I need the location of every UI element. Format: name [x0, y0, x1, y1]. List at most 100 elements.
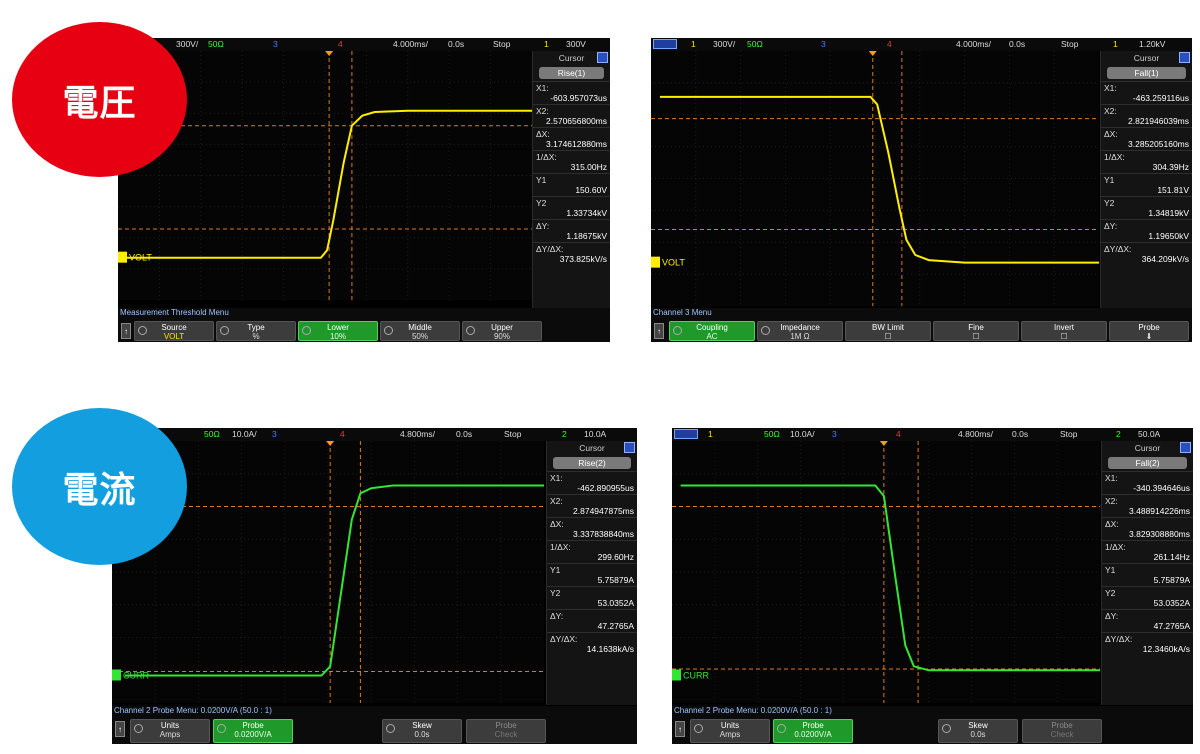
- readout-value: 2.821946039ms: [1128, 116, 1189, 126]
- measurement-select[interactable]: Rise(1): [539, 67, 604, 79]
- channel-3-indicator: 3: [832, 429, 837, 439]
- cursor-readout-row: Y2 1.34819kV: [1101, 196, 1192, 219]
- channel-scale: 10.0A/: [790, 429, 815, 439]
- softkey-lower[interactable]: Lower 10%: [298, 321, 378, 341]
- arrow-down-icon: ⬇: [1145, 332, 1153, 341]
- softkey-units[interactable]: Units Amps: [130, 719, 210, 743]
- softkey-menu: Channel 3 Menu ↑ Coupling AC Impedance 1M …: [651, 308, 1192, 342]
- softkey-invert[interactable]: Invert ☐: [1021, 321, 1107, 341]
- knob-icon: [134, 724, 143, 733]
- trigger-channel: 1: [1113, 39, 1118, 49]
- readout-label: Y1: [536, 175, 547, 185]
- back-button[interactable]: ↑: [121, 323, 131, 339]
- run-mode: Stop: [1061, 39, 1079, 49]
- softkey-probe-check[interactable]: Probe Check: [1022, 719, 1102, 743]
- readout-value: 364.209kV/s: [1141, 254, 1189, 264]
- menu-icon[interactable]: [1180, 442, 1191, 453]
- menu-title: Measurement Threshold Menu: [120, 308, 229, 317]
- softkey-middle[interactable]: Middle 50%: [380, 321, 460, 341]
- knob-icon: [694, 724, 703, 733]
- menu-title: Channel 2 Probe Menu: 0.0200V/A (50.0 : …: [674, 706, 832, 715]
- app-menu-icon[interactable]: [674, 429, 698, 439]
- softkey-units[interactable]: Units Amps: [690, 719, 770, 743]
- status-bar: 1 50Ω 10.0A/ 3 4 4.800ms/ 0.0s Stop 2 50…: [672, 428, 1193, 441]
- cursor-readout-row: Y1 5.75879A: [547, 563, 637, 586]
- softkey-probe[interactable]: Probe 0.0200V/A: [213, 719, 293, 743]
- trigger-channel: 1: [544, 39, 549, 49]
- softkey-probe-check[interactable]: Probe Check: [466, 719, 546, 743]
- readout-value: 47.2765A: [1153, 621, 1190, 631]
- knob-icon: [673, 326, 682, 335]
- waveform-trace: [660, 95, 1099, 264]
- cursor-readout-row: Y1 151.81V: [1101, 173, 1192, 196]
- back-button[interactable]: ↑: [654, 323, 664, 339]
- readout-value: 151.81V: [1157, 185, 1189, 195]
- cursor-readout-row: X1: -463.259116us: [1101, 81, 1192, 104]
- softkey-fine[interactable]: Fine ☐: [933, 321, 1019, 341]
- menu-icon[interactable]: [1179, 52, 1190, 63]
- cursor-readout-row: ΔX: 3.174612880ms: [533, 127, 610, 150]
- menu-icon[interactable]: [624, 442, 635, 453]
- run-mode: Stop: [1060, 429, 1078, 439]
- channel-scale: 300V/: [176, 39, 199, 49]
- scope-voltage-fall: 1 300V/ 50Ω 3 4 4.000ms/ 0.0s Stop 1 1.2…: [651, 38, 1192, 342]
- waveform-svg: VOLT: [651, 51, 1099, 306]
- cursor-readout-row: Y2 1.33734kV: [533, 196, 610, 219]
- readout-label: X1:: [1104, 83, 1117, 93]
- cursor-readout-row: X2: 3.488914226ms: [1102, 494, 1193, 517]
- knob-icon: [466, 326, 475, 335]
- cursor-readout-row: X1: -340.394646us: [1102, 471, 1193, 494]
- trigger-marker-icon: [879, 441, 888, 446]
- readout-value: 3.488914226ms: [1129, 506, 1190, 516]
- readout-label: ΔY/ΔX:: [536, 244, 564, 254]
- back-button[interactable]: ↑: [115, 721, 125, 737]
- softkey-probe[interactable]: Probe ⬇: [1109, 321, 1189, 341]
- readout-label: ΔY:: [1104, 221, 1118, 231]
- softkey-skew[interactable]: Skew 0.0s: [382, 719, 462, 743]
- readout-label: ΔY/ΔX:: [1104, 244, 1132, 254]
- readout-label: 1/ΔX:: [536, 152, 557, 162]
- cursor-readout-row: ΔY/ΔX: 364.209kV/s: [1101, 242, 1192, 265]
- readout-label: X1:: [550, 473, 563, 483]
- readout-value: 1.18675kV: [566, 231, 607, 241]
- back-button[interactable]: ↑: [675, 721, 685, 737]
- measurement-select[interactable]: Fall(2): [1108, 457, 1187, 469]
- softkey-menu: Channel 2 Probe Menu: 0.0200V/A (50.0 : …: [112, 706, 637, 744]
- softkey-impedance[interactable]: Impedance 1M Ω: [757, 321, 843, 341]
- softkey-type[interactable]: Type%: [216, 321, 296, 341]
- cursor-readout-row: Y2 53.0352A: [547, 586, 637, 609]
- knob-icon: [138, 326, 147, 335]
- readout-value: 1.19650kV: [1148, 231, 1189, 241]
- softkey-source[interactable]: Source VOLT: [134, 321, 214, 341]
- softkey-probe[interactable]: Probe 0.0200V/A: [773, 719, 853, 743]
- readout-value: 2.570656800ms: [546, 116, 607, 126]
- waveform-trace: [125, 484, 544, 677]
- measurement-select[interactable]: Fall(1): [1107, 67, 1186, 79]
- delay: 0.0s: [456, 429, 473, 439]
- measurement-select[interactable]: Rise(2): [553, 457, 631, 469]
- readout-value: 304.39Hz: [1152, 162, 1189, 172]
- menu-icon[interactable]: [597, 52, 608, 63]
- softkey-upper[interactable]: Upper 90%: [462, 321, 542, 341]
- run-mode: Stop: [493, 39, 511, 49]
- cursor-panel: Cursor Rise(1) X1: -603.957073us X2: 2.5706…: [532, 51, 610, 313]
- softkey-bw-limit[interactable]: BW Limit ☐: [845, 321, 931, 341]
- readout-value: 47.2765A: [597, 621, 634, 631]
- readout-label: X2:: [536, 106, 549, 116]
- knob-icon: [302, 326, 311, 335]
- knob-icon: [942, 724, 951, 733]
- readout-value: 5.75879A: [597, 575, 634, 585]
- app-menu-icon[interactable]: [653, 39, 677, 49]
- knob-icon: [220, 326, 229, 335]
- channel-1-indicator: 1: [708, 429, 713, 439]
- cursor-readout-row: X1: -462.890955us: [547, 471, 637, 494]
- cursor-readout-row: 1/ΔX: 299.60Hz: [547, 540, 637, 563]
- readout-label: X2:: [1105, 496, 1118, 506]
- waveform-svg: CURR: [672, 441, 1100, 703]
- cursor-readout-row: ΔY: 1.18675kV: [533, 219, 610, 242]
- softkey-skew[interactable]: Skew 0.0s: [938, 719, 1018, 743]
- softkey-coupling[interactable]: Coupling AC: [669, 321, 755, 341]
- impedance: 50Ω: [208, 39, 224, 49]
- channel-3-indicator: 3: [272, 429, 277, 439]
- menu-title: Channel 3 Menu: [653, 308, 712, 317]
